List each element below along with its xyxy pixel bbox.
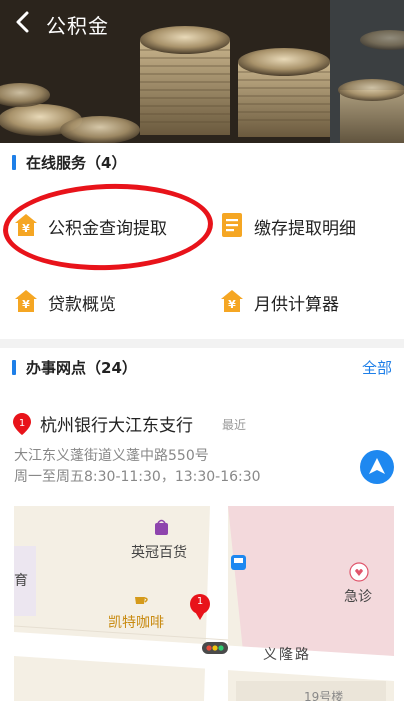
map-label-store: 英冠百货 (131, 545, 187, 561)
navigate-button[interactable] (360, 450, 394, 484)
branch-map[interactable]: 英冠百货 教育 凯特咖啡 急诊 义隆路 19号楼 1 (14, 506, 394, 701)
service-deposit-withdrawal-details[interactable]: 缴存提取明细 (220, 205, 400, 245)
svg-text:¥: ¥ (22, 298, 30, 311)
document-list-icon (222, 213, 242, 237)
map-canvas (14, 506, 394, 701)
coffee-cup-icon (135, 597, 145, 604)
map-label-cafe: 凯特咖啡 (108, 615, 164, 631)
location-pin-icon: 1 (13, 413, 31, 435)
online-services-title: 在线服务（4） (26, 154, 127, 172)
chevron-left-icon (16, 11, 29, 33)
svg-text:1: 1 (19, 418, 25, 429)
shopping-bag-icon (155, 523, 168, 535)
nearest-tag: 最近 (222, 418, 247, 432)
service-label: 公积金查询提取 (48, 219, 167, 239)
page-title: 公积金 (46, 14, 109, 38)
service-label: 贷款概览 (48, 295, 116, 315)
map-label-emergency: 急诊 (344, 589, 372, 605)
map-label-road: 义隆路 (263, 647, 311, 663)
back-button[interactable] (10, 8, 38, 36)
branch-address: 大江东义蓬街道义蓬中路550号 (14, 448, 209, 464)
navigation-arrow-icon (369, 458, 385, 474)
map-label-building: 19号楼 (304, 690, 344, 701)
branches-title: 办事网点（24） (26, 359, 137, 377)
map-label-edu: 教育 (14, 573, 28, 589)
service-label: 月供计算器 (254, 295, 339, 315)
online-services-header: 在线服务（4） (0, 143, 404, 179)
branch-name[interactable]: 杭州银行大江东支行 (40, 411, 193, 436)
view-all-link[interactable]: 全部 (362, 357, 392, 378)
service-monthly-payment-calculator[interactable]: ¥ 月供计算器 (220, 281, 400, 321)
yuan-house-icon: ¥ (15, 214, 37, 236)
svg-text:¥: ¥ (22, 222, 30, 235)
branches-header: 办事网点（24） 全部 (0, 348, 404, 384)
section-accent-bar (12, 155, 16, 170)
map-marker-number: 1 (196, 596, 204, 607)
service-loan-overview[interactable]: ¥ 贷款概览 (14, 281, 204, 321)
service-label: 缴存提取明细 (254, 219, 356, 239)
yuan-house-icon: ¥ (15, 290, 37, 312)
yuan-house-icon: ¥ (221, 290, 243, 312)
header-banner: 公积金 (0, 0, 404, 143)
svg-text:¥: ¥ (228, 298, 236, 311)
service-housing-fund-query[interactable]: ¥ 公积金查询提取 (14, 205, 204, 245)
online-services-section: 在线服务（4） ¥ 公积金查询提取 缴存提取明细 ¥ 贷款概览 ¥ 月供计算器 (0, 143, 404, 339)
section-accent-bar (12, 360, 16, 375)
branch-hours: 周一至周五8:30-11:30，13:30-16:30 (14, 469, 261, 485)
